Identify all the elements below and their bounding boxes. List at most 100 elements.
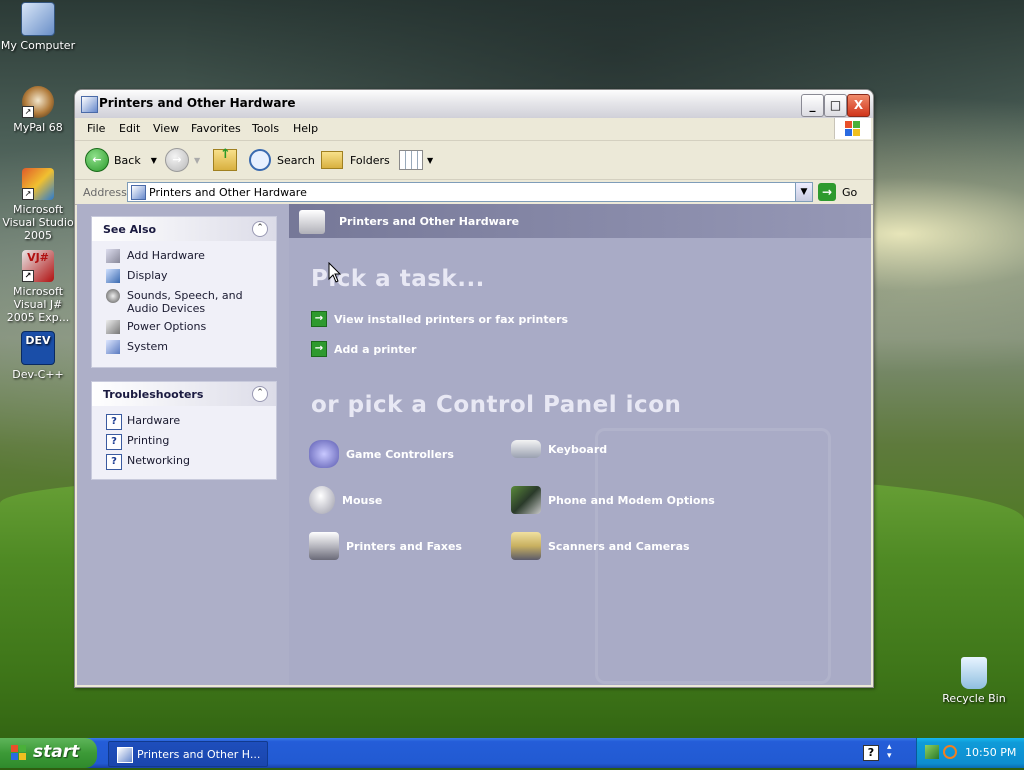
search-tray-icon[interactable] (943, 745, 957, 759)
address-value: Printers and Other Hardware (149, 186, 307, 199)
troubleshooters-header[interactable]: Troubleshooters ⌃ (92, 382, 276, 406)
computer-icon (21, 2, 55, 36)
desktop-icon-mypal[interactable]: ↗ MyPal 68 (0, 86, 76, 134)
cp-icon-printers-faxes[interactable]: Printers and Faxes (309, 532, 462, 560)
go-button[interactable]: → Go (818, 182, 857, 202)
see-also-display[interactable]: Display (92, 269, 276, 283)
desktop-icon-visual-jsharp[interactable]: VJ# ↗ Microsoft Visual J# 2005 Exp... (0, 250, 76, 324)
menu-bar: File Edit View Favorites Tools Help (75, 118, 873, 141)
cp-icon-label: Mouse (342, 493, 383, 507)
pick-icon-heading: or pick a Control Panel icon (311, 392, 682, 418)
category-title: Printers and Other Hardware (339, 215, 520, 228)
title-bar[interactable]: Printers and Other Hardware _ □ X (75, 90, 873, 119)
task-arrow-icon: → (311, 311, 327, 327)
search-label: Search (277, 153, 315, 167)
cp-icon-scanners-cameras[interactable]: Scanners and Cameras (511, 532, 690, 560)
cp-icon-label: Scanners and Cameras (548, 539, 690, 553)
cp-icon-phone-modem[interactable]: Phone and Modem Options (511, 486, 715, 514)
minimize-button[interactable]: _ (801, 94, 824, 117)
desktop-icon-recycle-bin[interactable]: Recycle Bin (936, 657, 1012, 705)
cp-icon-keyboard[interactable]: Keyboard (511, 440, 607, 458)
start-button[interactable]: start (0, 738, 97, 768)
explorer-window: Printers and Other Hardware _ □ X File E… (74, 89, 874, 688)
system-tray: 10:50 PM (916, 738, 1024, 768)
menu-file[interactable]: File (87, 122, 105, 135)
content-area: See Also ⌃ Add Hardware Display Sounds, … (77, 204, 871, 685)
task-add-printer[interactable]: → Add a printer (311, 341, 416, 357)
up-folder-button[interactable]: ↑ (213, 147, 237, 173)
task-label: Add a printer (334, 342, 417, 356)
maximize-button[interactable]: □ (824, 94, 847, 117)
see-also-system[interactable]: System (92, 340, 276, 354)
see-also-header[interactable]: See Also ⌃ (92, 217, 276, 241)
back-dropdown-icon[interactable]: ▼ (151, 156, 157, 165)
views-dropdown-icon: ▼ (427, 155, 434, 165)
start-label: start (33, 742, 80, 762)
see-also-item-label: Display (127, 269, 168, 282)
task-arrow-icon: → (311, 341, 327, 357)
back-label: Back (114, 153, 141, 167)
collapse-chevron-icon[interactable]: ⌃ (252, 386, 268, 402)
network-tray-icon[interactable] (925, 745, 939, 759)
forward-arrow-icon: → (165, 148, 189, 172)
troubleshooter-printing[interactable]: ? Printing (92, 434, 276, 450)
go-arrow-icon: → (818, 183, 836, 201)
troubleshooters-title: Troubleshooters (103, 388, 204, 401)
back-button[interactable]: ← Back ▼ (85, 147, 157, 173)
troubleshooters-panel: Troubleshooters ⌃ ? Hardware ? Printing … (91, 381, 277, 480)
see-also-power-options[interactable]: Power Options (92, 320, 276, 334)
printer-hardware-icon (299, 210, 325, 234)
desktop-icon-label: My Computer (0, 39, 76, 52)
address-bar: Address Printers and Other Hardware ▼ → … (75, 180, 873, 205)
shortcut-arrow-icon: ↗ (22, 106, 34, 118)
display-icon (106, 269, 120, 283)
folders-icon (321, 151, 343, 169)
cp-icon-game-controllers[interactable]: Game Controllers (309, 440, 454, 468)
printer-icon (309, 532, 339, 560)
close-button[interactable]: X (847, 94, 870, 117)
help-icon: ? (106, 414, 122, 430)
phone-modem-icon (511, 486, 541, 514)
folders-button[interactable]: Folders (321, 147, 390, 173)
collapse-chevron-icon[interactable]: ⌃ (252, 221, 268, 237)
views-button[interactable]: ▼ (399, 147, 433, 173)
desktop-icon-devcpp[interactable]: DEV Dev-C++ (0, 331, 76, 381)
taskbar-button-printers[interactable]: Printers and Other H... (108, 741, 268, 767)
troubleshooter-hardware[interactable]: ? Hardware (92, 414, 276, 430)
keyboard-icon (511, 440, 541, 458)
address-dropdown-icon[interactable]: ▼ (795, 183, 812, 201)
address-input[interactable]: Printers and Other Hardware ▼ (127, 182, 813, 202)
recycle-bin-icon (961, 657, 987, 689)
search-icon (249, 149, 271, 171)
toolbar: ← Back ▼ → ▼ ↑ Search Folders ▼ (75, 141, 873, 180)
menu-edit[interactable]: Edit (119, 122, 140, 135)
folders-label: Folders (350, 153, 390, 167)
help-tray-icon[interactable]: ? (863, 745, 879, 761)
clock[interactable]: 10:50 PM (965, 746, 1016, 759)
control-panel-icon (117, 747, 133, 763)
troubleshooter-networking[interactable]: ? Networking (92, 454, 276, 470)
see-also-item-label: System (127, 340, 169, 353)
menu-favorites[interactable]: Favorites (191, 122, 241, 135)
show-hidden-icons-chevron[interactable]: ▴ ▾ (887, 743, 892, 761)
task-view-printers[interactable]: → View installed printers or fax printer… (311, 311, 568, 327)
vj-badge: VJ# (27, 251, 49, 264)
taskbar: start Printers and Other H... ? ▴ ▾ 10:50… (0, 738, 1024, 768)
minimize-icon: _ (809, 98, 816, 112)
see-also-add-hardware[interactable]: Add Hardware (92, 249, 276, 263)
close-icon: X (853, 98, 864, 112)
main-pane: Printers and Other Hardware Pick a task.… (289, 204, 871, 685)
see-also-title: See Also (103, 223, 157, 236)
cp-icon-mouse[interactable]: Mouse (309, 486, 382, 514)
visual-studio-icon: ↗ (22, 168, 54, 200)
scanner-camera-icon (511, 532, 541, 560)
see-also-sounds[interactable]: Sounds, Speech, and Audio Devices (92, 289, 276, 315)
desktop-icon-visual-studio[interactable]: ↗ Microsoft Visual Studio 2005 (0, 168, 76, 242)
menu-tools[interactable]: Tools (252, 122, 279, 135)
category-header: Printers and Other Hardware (289, 204, 871, 238)
menu-view[interactable]: View (153, 122, 179, 135)
forward-button[interactable]: → ▼ (165, 147, 200, 173)
search-button[interactable]: Search (249, 147, 315, 173)
desktop-icon-my-computer[interactable]: My Computer (0, 2, 76, 52)
menu-help[interactable]: Help (293, 122, 318, 135)
